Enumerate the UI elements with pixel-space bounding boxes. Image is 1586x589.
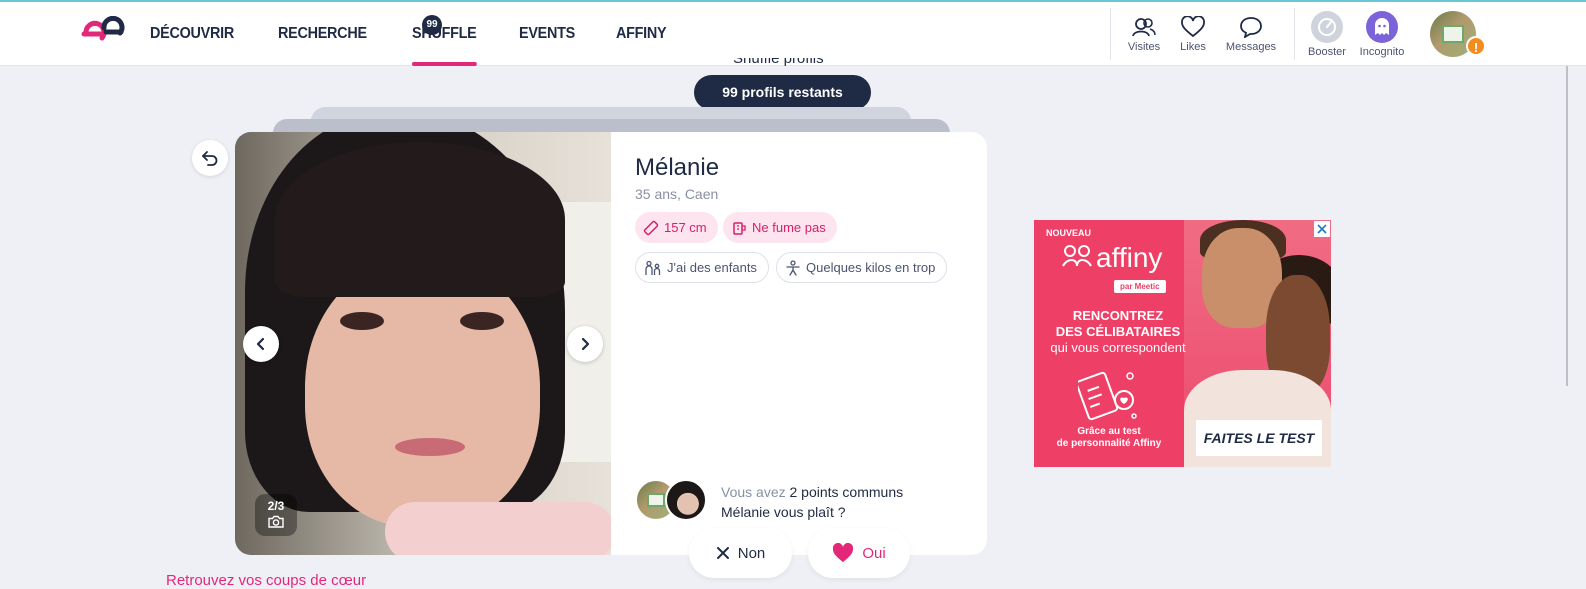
undo-icon	[202, 151, 218, 166]
common-points-link[interactable]: 2 points communs	[790, 484, 904, 500]
visits-button[interactable]: Visites	[1124, 2, 1164, 66]
chip-height-label: 157 cm	[664, 220, 707, 235]
no-button-label: Non	[737, 544, 766, 562]
ad-headline: RENCONTREZ DES CÉLIBATAIRES qui vous cor…	[1034, 308, 1202, 356]
chip-body: Quelques kilos en trop	[776, 252, 948, 283]
chip-smoking-label: Ne fume pas	[752, 220, 826, 235]
nav-affiny[interactable]: AFFINY	[616, 2, 667, 66]
remaining-profiles-pill: 99 profils restants	[694, 75, 871, 110]
messages-button[interactable]: Messages	[1222, 2, 1280, 66]
yes-button[interactable]: Oui	[808, 528, 910, 578]
ad-headline-1: RENCONTREZ	[1072, 308, 1164, 323]
no-smoking-icon	[733, 221, 746, 235]
header-divider	[1110, 8, 1111, 60]
scrollbar[interactable]	[1566, 66, 1568, 386]
ad-cta-button[interactable]: FAITES LE TEST	[1196, 420, 1322, 456]
previous-photo-button[interactable]	[243, 326, 279, 362]
ad-subtext-2: de personnalité Affiny	[1056, 438, 1162, 449]
chip-children: J'ai des enfants	[635, 252, 769, 283]
incognito-button[interactable]: Incognito	[1355, 2, 1409, 66]
booster-label: Booster	[1308, 45, 1346, 58]
visits-icon	[1132, 17, 1156, 36]
affiny-logo-icon	[1062, 245, 1092, 267]
nav-events[interactable]: EVENTS	[519, 2, 575, 66]
shuffle-heading-clipped: Shuffle profils	[733, 58, 824, 67]
booster-button[interactable]: Booster	[1305, 2, 1349, 66]
heart-filled-icon	[833, 543, 854, 563]
ad-new-label: NOUVEAU	[1046, 228, 1092, 238]
header-divider	[1294, 8, 1295, 60]
profile-photo[interactable]: 2/3	[235, 132, 611, 555]
header-boosts: Booster Incognito	[1305, 2, 1409, 66]
common-prefix: Vous avez	[721, 484, 790, 500]
top-header: DÉCOUVRIR RECHERCHE SHUFFLE EVENTS AFFIN…	[0, 2, 1586, 66]
chip-body-label: Quelques kilos en trop	[806, 260, 936, 275]
profile-alert-badge[interactable]: !	[1466, 36, 1486, 56]
profile-card: 2/3 Mélanie 35 ans, Caen 157 cm Ne fume …	[235, 132, 987, 555]
heart-outline-icon	[1181, 15, 1205, 37]
ad-close-button[interactable]	[1314, 221, 1330, 237]
likes-label: Likes	[1180, 40, 1206, 53]
ruler-icon	[643, 220, 659, 235]
ad-brand-sub: par Meetic	[1114, 280, 1166, 293]
chip-smoking: Ne fume pas	[723, 212, 837, 243]
body-icon	[786, 259, 800, 276]
ad-headline-2: DES CÉLIBATAIRES	[1055, 324, 1181, 339]
speech-bubble-icon	[1240, 16, 1262, 38]
personality-test-icon	[1078, 371, 1137, 421]
match-avatar-small	[665, 479, 707, 521]
close-icon	[1317, 224, 1327, 234]
shuffle-count-badge: 99	[422, 15, 442, 35]
yes-button-label: Oui	[862, 544, 886, 562]
visits-label: Visites	[1127, 40, 1161, 53]
chevron-left-icon	[256, 337, 265, 351]
messages-label: Messages	[1225, 40, 1277, 53]
affiny-ad-banner[interactable]: NOUVEAU affiny par Meetic RENCONTREZ DES…	[1034, 220, 1331, 467]
photo-counter-text: 2/3	[267, 499, 285, 513]
family-icon	[645, 260, 661, 275]
likes-button[interactable]: Likes	[1164, 2, 1222, 66]
incognito-label: Incognito	[1359, 45, 1405, 58]
photo-counter: 2/3	[255, 494, 297, 536]
no-button[interactable]: Non	[689, 528, 792, 578]
common-points-text: Vous avez 2 points communs Mélanie vous …	[721, 482, 903, 522]
profile-age-city: 35 ans, Caen	[635, 186, 719, 202]
chip-children-label: J'ai des enfants	[667, 260, 757, 275]
ad-headline-3: qui vous correspondent	[1050, 340, 1186, 355]
nav-recherche[interactable]: RECHERCHE	[278, 2, 367, 66]
camera-icon	[268, 515, 284, 528]
nav-shuffle[interactable]: SHUFFLE	[411, 2, 477, 66]
ad-brand: affiny	[1096, 242, 1163, 273]
nav-decouvrir[interactable]: DÉCOUVRIR	[150, 2, 234, 66]
booster-icon	[1311, 10, 1343, 43]
next-photo-button[interactable]	[567, 326, 603, 362]
favorites-link[interactable]: Retrouvez vos coups de cœur	[166, 572, 366, 589]
ghost-icon	[1366, 10, 1398, 43]
ad-subtext-1: Grâce au test	[1077, 426, 1141, 437]
profile-name: Mélanie	[635, 154, 720, 181]
undo-button[interactable]	[192, 140, 228, 176]
brand-logo[interactable]	[80, 16, 126, 50]
ad-subtext: Grâce au test de personnalité Affiny	[1034, 426, 1184, 450]
chevron-right-icon	[581, 337, 590, 351]
chip-height: 157 cm	[635, 212, 718, 243]
header-actions: Visites Likes Messages	[1124, 2, 1280, 66]
close-icon	[716, 547, 729, 559]
like-question: Mélanie vous plaît ?	[721, 504, 846, 520]
